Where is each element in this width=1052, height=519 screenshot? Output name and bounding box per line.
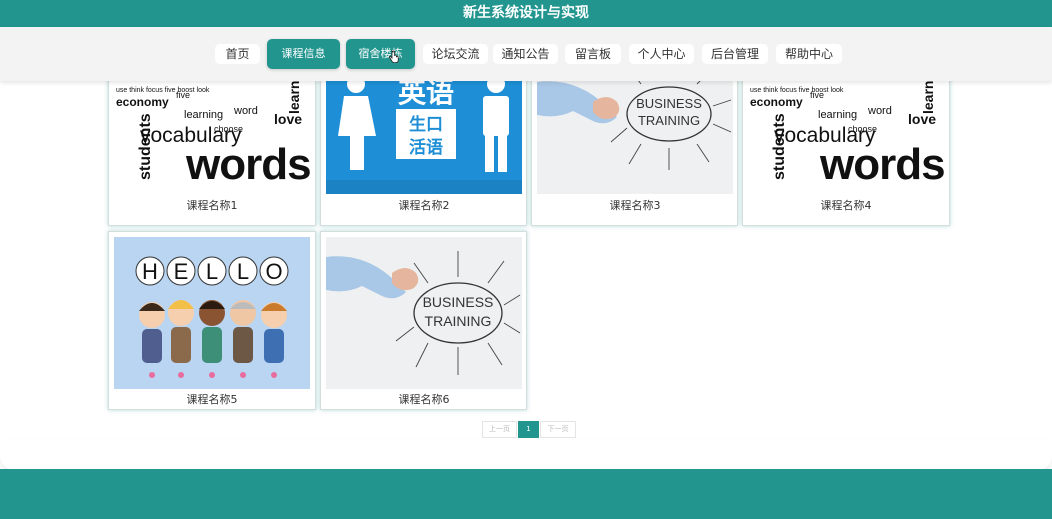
main-nav: 首页 课程信息 宿舍楼栋 论坛交流 通知公告 留言板 个人中心 后台管理 帮助中… — [0, 27, 1052, 81]
vocab-tiny-text: use think focus five boost look — [116, 87, 210, 94]
vocab-word: word — [233, 105, 258, 117]
vocab-students: students — [137, 113, 154, 180]
vocab-students: students — [771, 113, 788, 180]
pagination-prev-button[interactable]: 上一页 — [482, 421, 517, 438]
content-bottom-edge — [0, 440, 1052, 470]
vocab-learn: learn — [920, 81, 936, 114]
course-name-6[interactable]: 课程名称6 — [321, 391, 527, 407]
vocabulary-collage-image: use think focus five boost look economy … — [748, 81, 944, 194]
business-training-image: BUSINESS TRAINING — [537, 81, 733, 194]
hand-cursor-icon — [389, 50, 399, 63]
vocab-learning: learning — [184, 109, 223, 121]
course-name-4[interactable]: 课程名称4 — [743, 197, 949, 213]
biz-line2-text: TRAINING — [425, 313, 492, 329]
hello-letter-1: H — [142, 259, 158, 284]
english-sign-image: 英语 生口 活语 — [326, 81, 522, 194]
course-card-2[interactable]: 英语 生口 活语 课程名称2 — [320, 81, 527, 226]
english-sub-line2: 活语 — [409, 137, 443, 158]
nav-item-notices[interactable]: 通知公告 — [493, 44, 558, 64]
vocab-choose: choose — [214, 124, 243, 134]
vocab-choose: choose — [848, 124, 877, 134]
pagination-next-button[interactable]: 下一页 — [540, 421, 576, 438]
nav-item-help[interactable]: 帮助中心 — [776, 44, 842, 64]
vocab-learn: learn — [286, 81, 302, 114]
nav-item-dormitory[interactable]: 宿舍楼栋 — [346, 39, 415, 69]
course-image-1[interactable]: use think focus five boost look economy … — [114, 81, 310, 194]
course-list: use think focus five boost look economy … — [0, 81, 1052, 450]
pagination-page-1[interactable]: 1 — [518, 421, 539, 438]
english-sub-line1: 生口 — [409, 114, 443, 135]
course-card-4[interactable]: use think focus five boost look economy … — [742, 81, 950, 226]
vocab-economy: economy — [116, 95, 169, 109]
course-image-6[interactable]: BUSINESS TRAINING — [326, 237, 522, 389]
course-name-2[interactable]: 课程名称2 — [321, 197, 527, 213]
course-card-1[interactable]: use think focus five boost look economy … — [108, 81, 316, 226]
vocab-words: words — [185, 140, 310, 189]
course-image-5[interactable]: H E L L O — [114, 237, 310, 389]
course-name-5[interactable]: 课程名称5 — [109, 391, 315, 407]
course-name-1[interactable]: 课程名称1 — [109, 197, 315, 213]
course-name-3[interactable]: 课程名称3 — [532, 197, 738, 213]
app-title: 新生系统设计与实现 — [463, 5, 589, 21]
hello-letter-2: E — [174, 259, 189, 284]
footer-bar — [0, 469, 1052, 519]
hello-letter-5: O — [265, 259, 282, 284]
hello-letter-3: L — [206, 259, 218, 284]
english-title-text: 英语 — [398, 81, 454, 109]
biz-line1-text: BUSINESS — [636, 96, 702, 111]
business-training-image: BUSINESS TRAINING — [326, 237, 522, 389]
vocab-five: five — [810, 90, 824, 100]
app-title-bar: 新生系统设计与实现 — [0, 0, 1052, 27]
course-image-2[interactable]: 英语 生口 活语 — [326, 81, 522, 194]
vocab-word: word — [867, 105, 892, 117]
course-card-5[interactable]: H E L L O 课程名称5 — [108, 231, 316, 410]
biz-line1-text: BUSINESS — [423, 294, 494, 310]
course-image-4[interactable]: use think focus five boost look economy … — [748, 81, 944, 194]
nav-item-message-board[interactable]: 留言板 — [565, 44, 621, 64]
vocab-economy: economy — [750, 95, 803, 109]
nav-item-forum[interactable]: 论坛交流 — [423, 44, 488, 64]
nav-item-profile[interactable]: 个人中心 — [629, 44, 694, 64]
course-card-3[interactable]: BUSINESS TRAINING 课程名称3 — [531, 81, 738, 226]
vocab-five: five — [176, 90, 190, 100]
course-image-3[interactable]: BUSINESS TRAINING — [537, 81, 733, 194]
vocab-words: words — [819, 140, 944, 189]
vocab-learning: learning — [818, 109, 857, 121]
hello-kids-image: H E L L O — [114, 237, 310, 389]
vocabulary-collage-image: use think focus five boost look economy … — [114, 81, 310, 194]
biz-line2-text: TRAINING — [638, 113, 700, 128]
hello-letter-4: L — [237, 259, 249, 284]
course-card-6[interactable]: BUSINESS TRAINING 课程名称6 — [320, 231, 527, 410]
nav-item-home[interactable]: 首页 — [215, 44, 260, 64]
nav-item-courses[interactable]: 课程信息 — [267, 39, 340, 69]
vocab-tiny-text: use think focus five boost look — [750, 87, 844, 94]
nav-item-admin[interactable]: 后台管理 — [702, 44, 768, 64]
